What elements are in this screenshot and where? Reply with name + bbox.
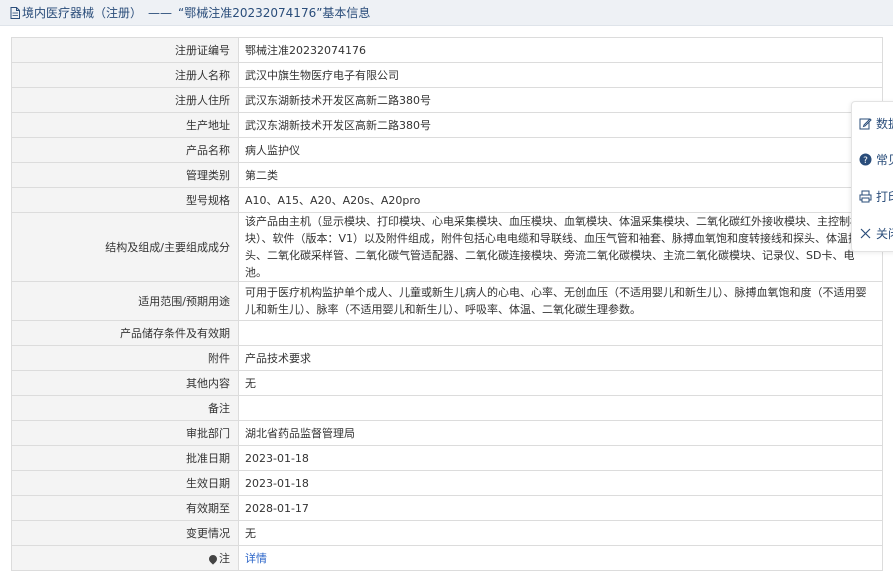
print-button[interactable]: 打印 <box>858 186 893 206</box>
row-label: 变更情况 <box>11 520 239 546</box>
table-row: 备注 <box>11 395 883 421</box>
table-row: 附件 产品技术要求 <box>11 345 883 371</box>
row-label: 附件 <box>11 345 239 371</box>
row-value: 可用于医疗机构监护单个成人、儿童或新生儿病人的心电、心率、无创血压（不适用婴儿和… <box>238 281 883 321</box>
row-label: 注册人名称 <box>11 62 239 88</box>
note-label: 注 <box>11 545 239 571</box>
page-title: “鄂械注准20232074176”基本信息 <box>178 6 371 20</box>
row-label: 结构及组成/主要组成成分 <box>11 212 239 282</box>
row-value: 武汉东湖新技术开发区高新二路380号 <box>238 112 883 138</box>
row-label: 有效期至 <box>11 495 239 521</box>
header-separator: —— <box>148 5 173 20</box>
note-value: 详情 <box>238 545 883 571</box>
faq-button-label: 常见 <box>876 152 893 167</box>
close-button-label: 关闭 <box>876 226 893 241</box>
print-button-label: 打印 <box>876 189 893 204</box>
row-label: 注册人住所 <box>11 87 239 113</box>
row-value: 武汉中旗生物医疗电子有限公司 <box>238 62 883 88</box>
row-value: 武汉东湖新技术开发区高新二路380号 <box>238 87 883 113</box>
table-row: 批准日期 2023-01-18 <box>11 445 883 471</box>
note-row: 注 详情 <box>11 545 883 571</box>
row-value: 无 <box>238 370 883 396</box>
details-link[interactable]: 详情 <box>245 552 267 565</box>
edit-icon <box>858 116 872 130</box>
table-row: 注册证编号 鄂械注准20232074176 <box>11 37 883 63</box>
data-button-label: 数据 <box>876 116 893 131</box>
header-category[interactable]: 境内医疗器械（注册） <box>22 4 142 21</box>
table-row: 型号规格 A10、A15、A20、A20s、A20pro <box>11 187 883 213</box>
row-value: 2023-01-18 <box>238 445 883 471</box>
row-value: A10、A15、A20、A20s、A20pro <box>238 187 883 213</box>
row-label: 生产地址 <box>11 112 239 138</box>
row-value: 产品技术要求 <box>238 345 883 371</box>
row-label: 生效日期 <box>11 470 239 496</box>
row-label: 审批部门 <box>11 420 239 446</box>
table-row: 注册人名称 武汉中旗生物医疗电子有限公司 <box>11 62 883 88</box>
table-row: 注册人住所 武汉东湖新技术开发区高新二路380号 <box>11 87 883 113</box>
table-row: 产品储存条件及有效期 <box>11 320 883 346</box>
document-icon <box>10 6 20 19</box>
info-table: 注册证编号 鄂械注准20232074176 注册人名称 武汉中旗生物医疗电子有限… <box>11 37 883 571</box>
row-label: 产品储存条件及有效期 <box>11 320 239 346</box>
table-row: 有效期至 2028-01-17 <box>11 495 883 521</box>
print-icon <box>858 189 872 203</box>
table-row: 生产地址 武汉东湖新技术开发区高新二路380号 <box>11 112 883 138</box>
row-label: 适用范围/预期用途 <box>11 281 239 321</box>
table-row: 审批部门 湖北省药品监督管理局 <box>11 420 883 446</box>
row-value: 2023-01-18 <box>238 470 883 496</box>
row-value: 湖北省药品监督管理局 <box>238 420 883 446</box>
table-row: 适用范围/预期用途 可用于医疗机构监护单个成人、儿童或新生儿病人的心电、心率、无… <box>11 281 883 321</box>
row-label: 其他内容 <box>11 370 239 396</box>
row-label: 型号规格 <box>11 187 239 213</box>
row-value: 第二类 <box>238 162 883 188</box>
row-label: 注册证编号 <box>11 37 239 63</box>
page-header: 境内医疗器械（注册） —— “鄂械注准20232074176”基本信息 <box>0 0 893 26</box>
floating-toolbar: 数据 ? 常见 打印 关闭 <box>851 101 893 252</box>
row-value <box>238 320 883 346</box>
row-value: 无 <box>238 520 883 546</box>
data-button[interactable]: 数据 <box>858 113 893 133</box>
close-button[interactable]: 关闭 <box>858 223 893 243</box>
close-icon <box>858 226 872 240</box>
row-label: 产品名称 <box>11 137 239 163</box>
row-value: 病人监护仪 <box>238 137 883 163</box>
row-value: 2028-01-17 <box>238 495 883 521</box>
note-label-text: 注 <box>219 551 230 565</box>
svg-text:?: ? <box>863 156 868 166</box>
row-value: 鄂械注准20232074176 <box>238 37 883 63</box>
question-icon: ? <box>858 152 872 166</box>
table-row: 管理类别 第二类 <box>11 162 883 188</box>
table-row: 结构及组成/主要组成成分 该产品由主机（显示模块、打印模块、心电采集模块、血压模… <box>11 212 883 282</box>
table-row: 其他内容 无 <box>11 370 883 396</box>
pin-icon <box>207 552 219 565</box>
row-label: 批准日期 <box>11 445 239 471</box>
row-label: 备注 <box>11 395 239 421</box>
row-label: 管理类别 <box>11 162 239 188</box>
faq-button[interactable]: ? 常见 <box>858 149 893 169</box>
table-row: 生效日期 2023-01-18 <box>11 470 883 496</box>
table-row: 产品名称 病人监护仪 <box>11 137 883 163</box>
row-value <box>238 395 883 421</box>
row-value: 该产品由主机（显示模块、打印模块、心电采集模块、血压模块、血氧模块、体温采集模块… <box>238 212 883 282</box>
table-row: 变更情况 无 <box>11 520 883 546</box>
